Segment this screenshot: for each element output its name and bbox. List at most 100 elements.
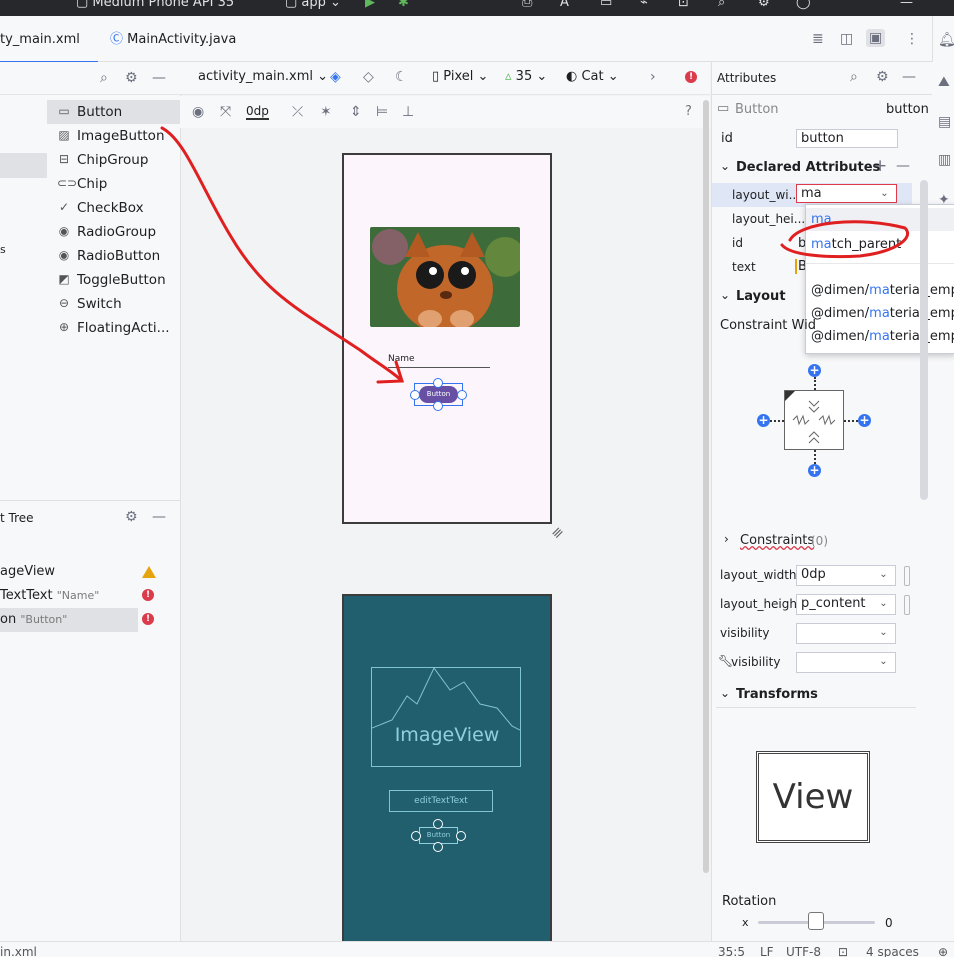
add-top-constraint-icon[interactable]: +	[808, 364, 821, 377]
left-constraint-handle[interactable]	[410, 390, 420, 400]
status-file[interactable]: in.xml	[0, 945, 37, 957]
tree-row-button[interactable]: on "Button"	[0, 608, 138, 632]
preview-image[interactable]	[370, 227, 520, 327]
tab-main-activity-java[interactable]: Ⓒ MainActivity.java	[110, 16, 240, 61]
run-config-selector[interactable]: ▢ app ⌄	[285, 0, 341, 10]
run-icon[interactable]: ▶	[365, 0, 375, 10]
autoconnect-icon[interactable]: ⤧	[220, 104, 231, 120]
pack-icon[interactable]: ⇕	[350, 104, 362, 120]
eye-icon[interactable]: ◉	[192, 104, 204, 120]
account-icon[interactable]: ◯	[796, 0, 811, 10]
settings-icon[interactable]: ⚙	[758, 0, 770, 10]
chevron-down-icon[interactable]: ⌄	[873, 184, 897, 203]
search-icon[interactable]: ⌕	[100, 70, 108, 86]
autocomplete-item-dimen-3[interactable]: @dimen/material_empha	[806, 325, 954, 348]
layers-icon[interactable]: ◈	[330, 69, 341, 85]
status-lock-icon[interactable]: ⊕	[938, 945, 948, 957]
hide-icon[interactable]: —	[902, 69, 916, 85]
palette-category-selected[interactable]	[0, 153, 47, 178]
split-view-icon[interactable]: ◫	[840, 31, 853, 47]
visibility-field[interactable]	[796, 623, 873, 644]
error-icon[interactable]: !	[685, 71, 697, 83]
layout-chevron-icon[interactable]: ⌄	[720, 288, 730, 302]
layout-inspector-icon[interactable]: ⊡	[678, 0, 689, 10]
chevron-down-icon[interactable]: ⌄	[872, 652, 896, 673]
api-dropdown[interactable]: ▵ 35 ⌄	[505, 69, 547, 84]
declared-chevron-icon[interactable]: ⌄	[720, 159, 730, 173]
palette-item-chip[interactable]: ⊂⊃ Chip	[47, 172, 180, 196]
id-input[interactable]: button	[796, 129, 898, 148]
add-attribute-icon[interactable]: +	[873, 158, 887, 175]
palette-item-button[interactable]: ▭ Button	[47, 100, 180, 124]
layout-file-selector[interactable]: activity_main.xml ⌄	[198, 69, 328, 84]
palette-item-switch[interactable]: ⊖ Switch	[47, 292, 180, 316]
design-preview[interactable]	[342, 153, 552, 524]
blueprint-top-handle[interactable]	[433, 819, 443, 829]
attributes-scrollbar[interactable]	[920, 180, 928, 500]
constraint-widget[interactable]	[784, 390, 844, 450]
minimize-icon[interactable]: —	[900, 0, 913, 10]
layout-width-input[interactable]: ma	[796, 184, 874, 203]
settings-icon[interactable]: ⚙	[125, 509, 138, 525]
device-dropdown[interactable]: ▯ Pixel ⌄	[432, 69, 488, 84]
status-indent[interactable]: 4 spaces	[866, 945, 919, 957]
settings-icon[interactable]: ⚙	[125, 70, 138, 86]
infer-constraints-icon[interactable]: ✶	[320, 104, 332, 120]
autocomplete-item-dimen-2[interactable]: @dimen/material_empha	[806, 302, 954, 325]
blueprint-left-handle[interactable]	[411, 831, 421, 841]
guidelines-icon[interactable]: ⊥	[402, 104, 414, 120]
align-icon[interactable]: ⊨	[376, 104, 388, 120]
autocomplete-item-typed[interactable]: ma	[806, 208, 954, 231]
night-mode-icon[interactable]: ☾	[395, 69, 408, 85]
device-file-icon[interactable]: ▤	[938, 114, 951, 130]
default-margin[interactable]: 0dp	[246, 104, 269, 120]
design-scrollbar[interactable]	[703, 100, 709, 873]
add-right-constraint-icon[interactable]: +	[858, 414, 871, 427]
status-encoding[interactable]: UTF-8	[786, 945, 821, 957]
layout-width-field[interactable]: 0dp	[796, 565, 873, 586]
palette-item-chipgroup[interactable]: ⊟ ChipGroup	[47, 148, 180, 172]
notifications-icon[interactable]: 🔔︎	[938, 32, 954, 48]
status-line-ending[interactable]: LF	[760, 945, 774, 957]
gradle-icon[interactable]: ⛰	[938, 74, 950, 90]
hide-icon[interactable]: —	[152, 70, 166, 86]
code-view-icon[interactable]: ≣	[812, 31, 824, 47]
layout-width-bind-icon[interactable]	[904, 566, 910, 586]
more-options-icon[interactable]: ⋮	[905, 31, 919, 47]
status-readonly-icon[interactable]: ⊡	[838, 945, 848, 957]
running-devices-icon[interactable]: ▥	[938, 152, 951, 168]
profiler-icon[interactable]: ⌁	[640, 0, 648, 10]
preview-name-field[interactable]: Name	[388, 354, 490, 368]
right-constraint-handle[interactable]	[457, 390, 467, 400]
transforms-chevron-icon[interactable]: ⌄	[720, 686, 730, 700]
add-left-constraint-icon[interactable]: +	[757, 414, 770, 427]
rotation-slider-thumb[interactable]	[808, 912, 824, 930]
orientation-icon[interactable]: ◇	[363, 69, 374, 85]
blueprint-imageview[interactable]: ImageView	[371, 667, 521, 767]
error-icon[interactable]: !	[142, 613, 154, 625]
chevron-down-icon[interactable]: ⌄	[872, 594, 896, 615]
constraints-chevron-icon[interactable]: ›	[724, 532, 729, 546]
settings-icon[interactable]: ⚙	[876, 69, 889, 85]
tree-row-edittext[interactable]: TextText "Name" !	[0, 584, 180, 608]
sync-icon[interactable]: ⎙	[522, 0, 532, 10]
status-position[interactable]: 35:5	[718, 945, 745, 957]
top-constraint-handle[interactable]	[433, 378, 443, 388]
palette-item-floatingactionbutton[interactable]: ⊕ FloatingActi...	[47, 316, 180, 340]
layout-height-bind-icon[interactable]	[904, 595, 910, 615]
device-manager-icon[interactable]: ▭	[600, 0, 612, 10]
blueprint-edittext[interactable]: editTextText	[389, 790, 493, 812]
tab-activity-main-xml[interactable]: ty_main.xml ×	[0, 16, 98, 95]
help-icon[interactable]: ?	[685, 104, 692, 119]
error-icon[interactable]: !	[142, 589, 154, 601]
palette-item-imagebutton[interactable]: ▨ ImageButton	[47, 124, 180, 148]
blueprint-right-handle[interactable]	[456, 831, 466, 841]
add-bottom-constraint-icon[interactable]: +	[808, 464, 821, 477]
layout-height-field[interactable]: p_content	[796, 594, 873, 615]
bottom-constraint-handle[interactable]	[433, 401, 443, 411]
blueprint-preview[interactable]	[342, 594, 552, 948]
tools-visibility-field[interactable]	[796, 652, 873, 673]
design-view-icon[interactable]: ▣	[866, 29, 886, 47]
chevron-right-icon[interactable]: ›	[650, 69, 656, 85]
blueprint-bottom-handle[interactable]	[433, 842, 443, 852]
